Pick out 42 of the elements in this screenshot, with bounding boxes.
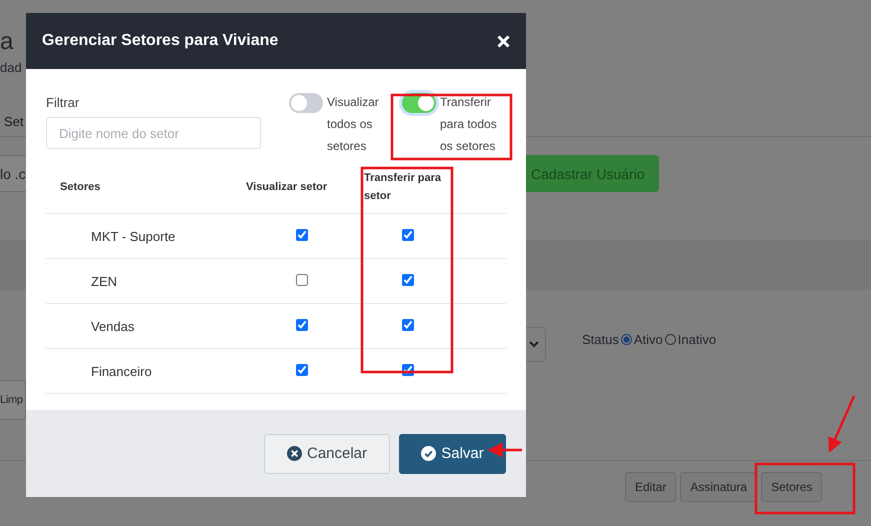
annotation-arrow [488,442,522,458]
radio-label: Ativo [634,332,663,347]
sector-name: Financeiro [46,348,246,394]
cancel-button[interactable]: Cancelar [264,434,390,474]
chevron-down-icon [529,341,539,348]
sector-name: ZEN [46,258,246,304]
action-button[interactable]: Assinatura [680,472,758,502]
transfer-checkbox[interactable] [402,364,414,376]
filter-label: Filtrar [46,95,80,110]
view-checkbox[interactable] [296,274,308,286]
check-circle-icon [421,446,436,461]
sector-name: MKT - Suporte [46,214,246,258]
sector-name: Vendas [46,304,246,348]
action-button[interactable]: Setores [761,472,822,502]
action-button[interactable]: Editar [625,472,676,502]
toggle-label: Visualizar todos os setores [327,94,380,155]
filter-field[interactable]: Digite nome do setor [46,117,261,149]
radio-label: Inativo [678,332,716,347]
toggle-switch[interactable] [289,93,323,113]
filter-button[interactable]: lo .c [0,155,29,192]
transfer-checkbox[interactable] [402,228,414,240]
column-header: Setores [46,161,246,214]
status-label: Status [582,332,619,347]
clear-button[interactable]: Limp [0,380,26,420]
column-header: Transferir para setor [358,161,506,214]
page-title: a [0,27,14,56]
view-checkbox[interactable] [296,318,308,330]
view-checkbox[interactable] [296,228,308,240]
dialog-title: Gerenciar Setores para Viviane [42,32,278,50]
close-icon[interactable] [497,34,510,48]
page-subtitle: dad [0,60,22,76]
save-button[interactable]: Salvar [399,434,506,474]
toggle-label: Transferir para todos os setores [440,94,498,155]
radio-button[interactable] [620,334,632,345]
radio-button[interactable] [664,334,676,345]
transfer-checkbox[interactable] [402,274,414,286]
x-circle-icon [286,446,302,461]
column-header: Visualizar setor [246,161,358,214]
tab[interactable]: Set [0,114,24,128]
annotation-arrow [828,396,856,453]
transfer-checkbox[interactable] [402,318,414,330]
view-checkbox[interactable] [296,364,308,376]
